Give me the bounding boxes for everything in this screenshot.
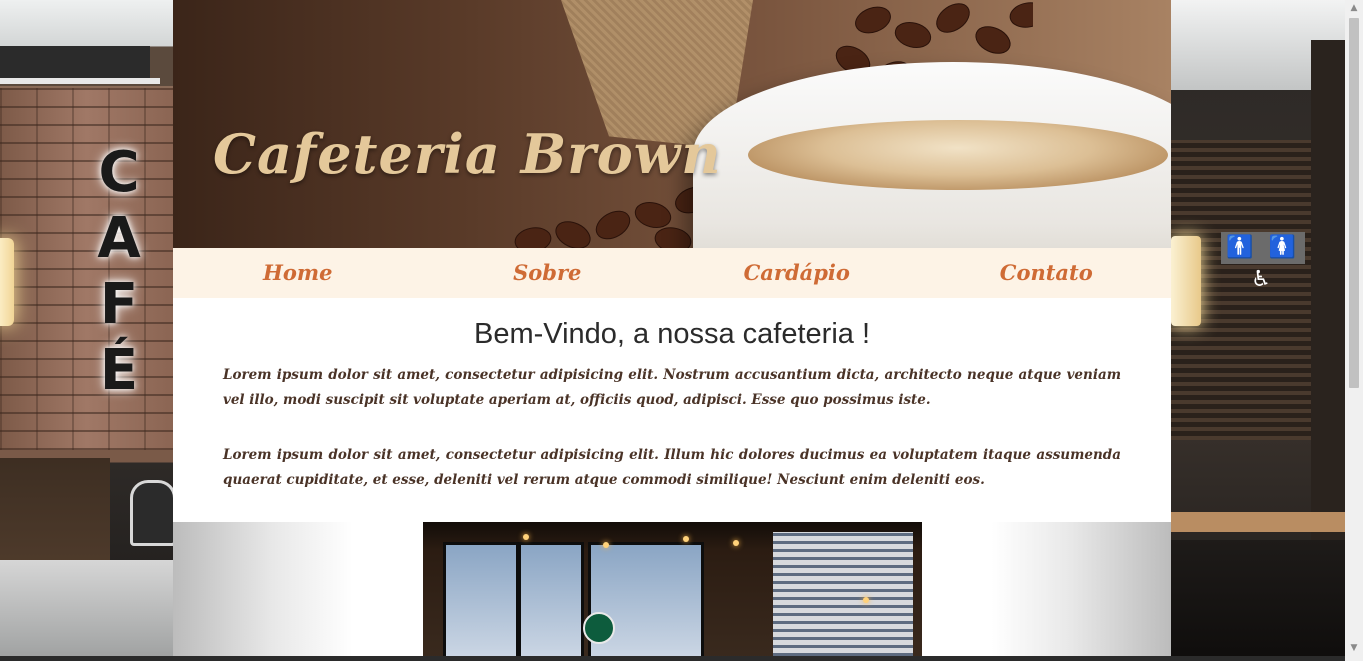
photo-light — [603, 542, 609, 548]
hanging-lamp — [1171, 236, 1201, 326]
photo-window — [443, 542, 519, 661]
photo-light — [683, 536, 689, 542]
photo-light — [523, 534, 529, 540]
scroll-up-arrow-icon[interactable]: ▲ — [1345, 0, 1363, 17]
scroll-down-arrow-icon[interactable]: ▼ — [1345, 640, 1363, 657]
floor — [1171, 540, 1345, 661]
wall-lamp — [0, 238, 14, 326]
photo-light — [733, 540, 739, 546]
nav-link-home[interactable]: Home — [173, 248, 423, 298]
sign-letter: A — [97, 206, 141, 271]
photo-window — [518, 542, 584, 661]
page-container: Cafeteria Brown Home Sobre Cardápio Cont… — [173, 0, 1171, 661]
photo-band — [173, 522, 1171, 661]
photo-window — [588, 542, 704, 661]
welcome-paragraph-1: Lorem ipsum dolor sit amet, consectetur … — [223, 367, 1121, 408]
site-title: Cafeteria Brown — [213, 122, 722, 186]
sign-letter: F — [99, 272, 139, 337]
welcome-paragraph-2: Lorem ipsum dolor sit amet, consectetur … — [223, 447, 1121, 488]
sign-letter: C — [98, 140, 140, 205]
nav-link-cardapio[interactable]: Cardápio — [672, 248, 922, 298]
table — [1171, 512, 1345, 532]
floor — [0, 560, 173, 661]
vertical-scrollbar[interactable]: ▲ ▼ — [1345, 0, 1363, 661]
welcome-section: Bem-Vindo, a nossa cafeteria ! Lorem ips… — [173, 318, 1171, 493]
nav-link-sobre[interactable]: Sobre — [423, 248, 673, 298]
background-right-cafe-interior: 🚹 🚺 ♿ — [1171, 0, 1345, 661]
photo-light — [863, 597, 869, 603]
background-left-cafe-wall: C A F É — [0, 0, 173, 661]
nav-link-contato[interactable]: Contato — [922, 248, 1172, 298]
cafe-interior-photo — [423, 522, 922, 661]
welcome-heading: Bem-Vindo, a nossa cafeteria ! — [473, 318, 871, 350]
bottom-edge-bar — [0, 656, 1345, 661]
main-nav: Home Sobre Cardápio Contato — [173, 248, 1171, 298]
hero-banner: Cafeteria Brown — [173, 0, 1171, 248]
restroom-sign-icon: 🚹 🚺 ♿ — [1221, 232, 1305, 292]
ceiling — [0, 0, 173, 46]
shelf — [0, 46, 150, 80]
scrollbar-thumb[interactable] — [1349, 18, 1359, 388]
coffee-crema — [748, 120, 1168, 190]
sign-letter: É — [99, 338, 139, 403]
shelf-lip — [0, 78, 160, 84]
brick-wall — [0, 88, 173, 450]
photo-logo-sign — [583, 612, 615, 644]
cafe-wall-sign: C A F É — [96, 140, 142, 404]
chair — [130, 480, 173, 546]
photo-building — [773, 532, 913, 661]
